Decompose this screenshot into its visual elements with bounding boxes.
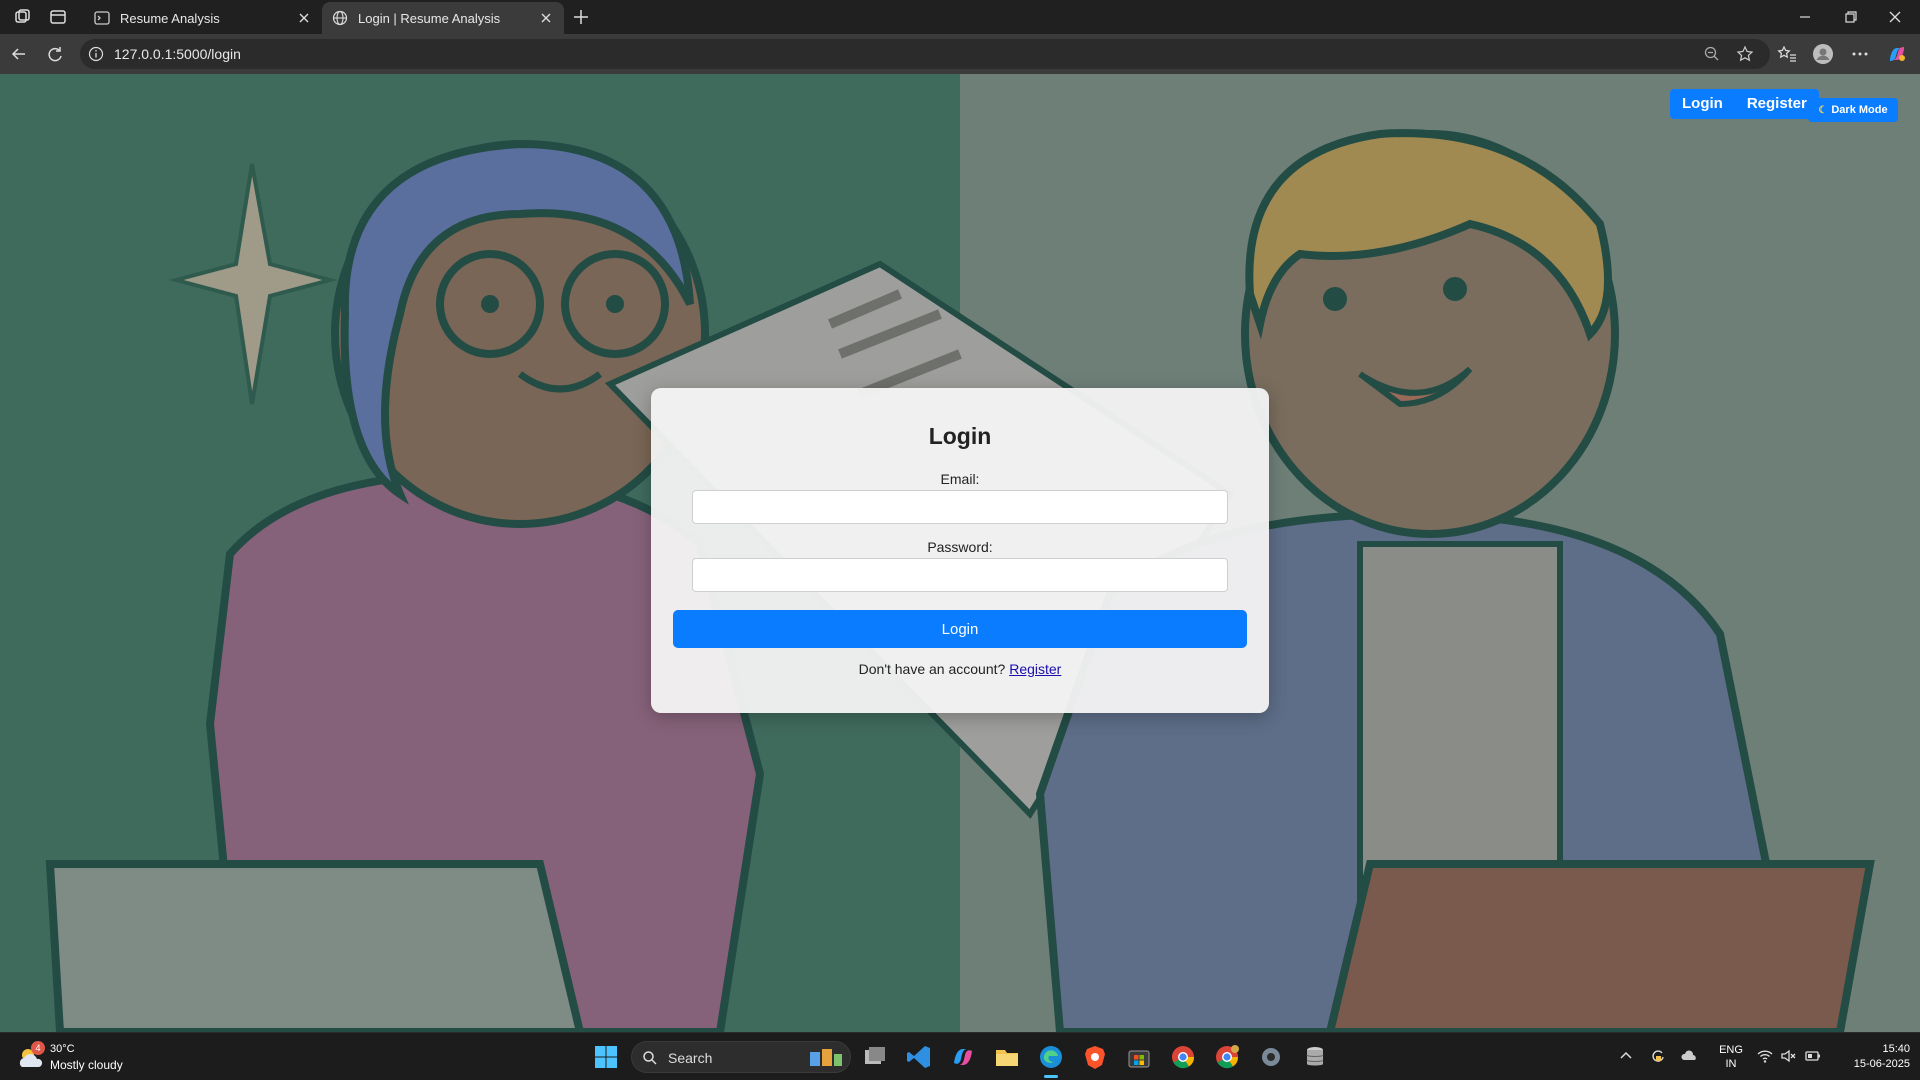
input-language[interactable]: ENG IN	[1716, 1043, 1746, 1071]
vertical-tabs-icon[interactable]	[48, 7, 68, 27]
chrome-profile-icon[interactable]	[1213, 1043, 1241, 1071]
sync-icon[interactable]	[1649, 1047, 1667, 1065]
weather-badge: 4	[31, 1041, 45, 1055]
workspaces-icon[interactable]	[12, 7, 32, 27]
password-label: Password:	[927, 539, 993, 555]
close-window-icon[interactable]	[1884, 6, 1906, 28]
copilot-icon[interactable]	[1886, 43, 1908, 65]
chrome-icon[interactable]	[1169, 1043, 1197, 1071]
email-field[interactable]	[692, 490, 1228, 524]
close-tab-icon[interactable]	[538, 10, 554, 26]
weather-widget[interactable]: 4 30°C Mostly cloudy	[16, 1041, 156, 1075]
restore-icon[interactable]	[1840, 6, 1862, 28]
login-title: Login	[928, 423, 992, 449]
tab-title: Resume Analysis	[120, 10, 220, 26]
page-viewport: Login Register ☾ Dark Mode Login Email: …	[0, 74, 1920, 1032]
dark-mode-toggle[interactable]: ☾ Dark Mode	[1808, 98, 1898, 122]
top-nav: Login Register	[1670, 89, 1819, 119]
taskbar-search[interactable]: Search	[631, 1041, 851, 1073]
microsoft-store-icon[interactable]	[1125, 1043, 1153, 1071]
onedrive-icon[interactable]	[1681, 1047, 1699, 1065]
register-link[interactable]: Register	[1009, 661, 1061, 677]
close-tab-icon[interactable]	[296, 10, 312, 26]
moon-icon: ☾	[1818, 104, 1828, 116]
back-icon[interactable]	[8, 43, 30, 65]
favorite-star-icon[interactable]	[1736, 45, 1754, 63]
tab-login[interactable]: Login | Resume Analysis	[322, 2, 564, 34]
settings-gear-icon[interactable]	[1257, 1043, 1285, 1071]
weather-temperature: 30°C	[50, 1043, 75, 1055]
database-icon[interactable]	[1301, 1043, 1329, 1071]
favorites-icon[interactable]	[1776, 43, 1798, 65]
wifi-icon[interactable]	[1756, 1047, 1774, 1065]
tab-resume-analysis[interactable]: Resume Analysis	[84, 2, 322, 34]
file-explorer-icon[interactable]	[993, 1043, 1021, 1071]
edge-browser-icon[interactable]	[1037, 1043, 1065, 1071]
profile-avatar-icon[interactable]	[1812, 43, 1834, 65]
weather-condition: Mostly cloudy	[50, 1058, 123, 1072]
login-button[interactable]: Login	[673, 610, 1247, 648]
region-code: IN	[1725, 1058, 1737, 1070]
reload-icon[interactable]	[44, 43, 66, 65]
password-field[interactable]	[692, 558, 1228, 592]
register-prompt: Don't have an account?	[858, 661, 1006, 677]
nav-register-link[interactable]: Register	[1735, 89, 1819, 119]
brave-browser-icon[interactable]	[1081, 1043, 1109, 1071]
search-placeholder: Search	[668, 1050, 713, 1066]
register-prompt-line: Don't have an account? Register	[651, 661, 1269, 677]
windows-start-icon[interactable]	[592, 1043, 620, 1071]
zoom-out-icon[interactable]	[1703, 45, 1721, 63]
more-options-icon[interactable]	[1849, 43, 1871, 65]
show-hidden-icons-icon[interactable]	[1617, 1047, 1635, 1065]
email-label: Email:	[940, 471, 980, 487]
site-info-icon[interactable]	[88, 46, 104, 62]
clock-time: 15:40	[1882, 1043, 1910, 1055]
minimize-icon[interactable]	[1794, 6, 1816, 28]
system-clock[interactable]: 15:40 15-06-2025	[1830, 1042, 1910, 1072]
language-code: ENG	[1719, 1044, 1743, 1056]
address-toolbar: 127.0.0.1:5000/login	[0, 34, 1920, 74]
dark-mode-label: Dark Mode	[1831, 104, 1888, 116]
tab-bar: Resume Analysis Login | Resume Analysis	[0, 0, 1920, 34]
task-view-icon[interactable]	[861, 1043, 889, 1071]
tab-title: Login | Resume Analysis	[358, 10, 501, 26]
active-app-indicator	[1044, 1075, 1058, 1078]
copilot-app-icon[interactable]	[949, 1043, 977, 1071]
terminal-favicon-icon	[94, 11, 110, 25]
search-icon	[643, 1051, 657, 1065]
volume-muted-icon[interactable]	[1780, 1047, 1798, 1065]
battery-icon[interactable]	[1804, 1047, 1822, 1065]
taskbar: 4 30°C Mostly cloudy Search ENG IN 15:40…	[0, 1032, 1920, 1080]
address-bar[interactable]: 127.0.0.1:5000/login	[80, 39, 1770, 69]
login-card: Login Email: Password: Login Don't have …	[651, 388, 1269, 713]
globe-favicon-icon	[332, 10, 348, 26]
new-tab-icon[interactable]	[570, 6, 592, 28]
url-text[interactable]: 127.0.0.1:5000/login	[114, 46, 241, 62]
search-highlight-icon	[810, 1049, 842, 1066]
nav-login-link[interactable]: Login	[1670, 89, 1735, 119]
vscode-icon[interactable]	[905, 1043, 933, 1071]
clock-date: 15-06-2025	[1853, 1058, 1910, 1070]
